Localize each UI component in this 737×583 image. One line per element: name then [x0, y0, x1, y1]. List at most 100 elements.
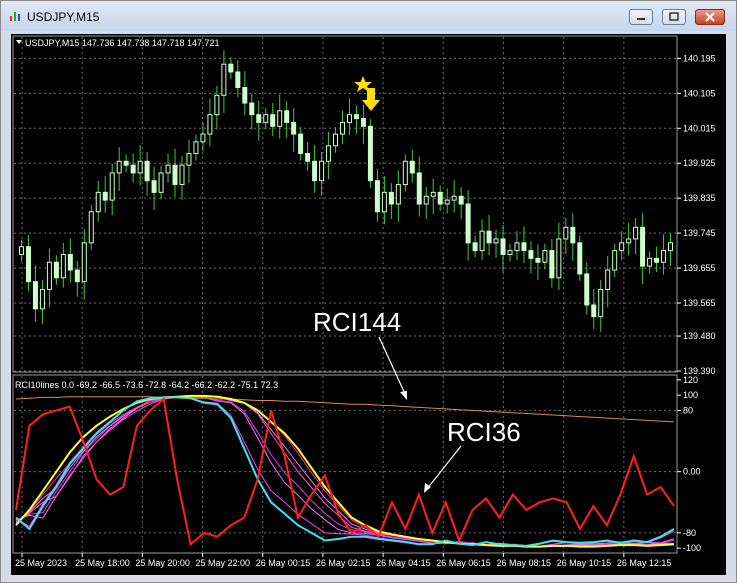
candle-bull — [668, 242, 674, 252]
candle-bear — [284, 110, 290, 123]
candle-bear — [25, 246, 31, 283]
candle-bull — [333, 133, 339, 147]
symbol-header: USDJPY,M15 147.736 147.738 147.718 147.7… — [25, 38, 220, 48]
candle-bull — [451, 195, 457, 201]
candle-bull — [556, 238, 562, 279]
rci-tick-label: 80 — [683, 405, 693, 415]
candle-bull — [165, 164, 171, 174]
candle-bull — [430, 191, 436, 197]
rci-panel-frame — [12, 374, 678, 554]
candle-bear — [235, 71, 241, 88]
candle-bull — [109, 172, 115, 201]
close-button[interactable] — [695, 9, 725, 25]
minimize-button[interactable] — [629, 9, 653, 25]
candle-bull — [444, 199, 450, 205]
title-bar[interactable]: USDJPY,M15 — [1, 1, 736, 31]
candle-bull — [214, 94, 220, 116]
time-tick-label: 26 May 04:15 — [376, 558, 431, 568]
candle-bear — [291, 121, 297, 135]
candle-bull — [200, 133, 206, 143]
rci36-arrow-line — [426, 445, 462, 490]
candle-bull — [626, 238, 632, 244]
candle-bull — [493, 238, 499, 244]
candle-bull — [402, 160, 408, 186]
candle-bear — [374, 180, 380, 213]
candle-bear — [123, 160, 129, 166]
candle-bull — [46, 261, 52, 290]
candle-bull — [647, 257, 653, 267]
candle-bear — [465, 203, 471, 244]
rci144-annotation: RCI144 — [313, 307, 401, 337]
price-tick-label: 139.925 — [683, 158, 716, 168]
candle-bear — [353, 114, 359, 120]
candle-bull — [81, 242, 87, 283]
candle-bear — [577, 242, 583, 275]
chart-window: USDJPY,M15 140.195 140.105 140.015 139.925 1… — [0, 0, 737, 583]
time-tick-label: 25 May 22:00 — [196, 558, 251, 568]
candle-bull — [221, 63, 227, 96]
candle-bear — [242, 86, 248, 104]
price-tick-label: 139.835 — [683, 193, 716, 203]
candle-bull — [18, 246, 24, 255]
candle-bull — [158, 172, 164, 193]
candle-bull — [633, 226, 639, 240]
rci-tick-label: 100 — [683, 390, 698, 400]
candle-bull — [179, 164, 185, 186]
candle-bull — [319, 160, 325, 182]
candle-bull — [395, 184, 401, 205]
candles — [18, 50, 674, 332]
candle-bull — [542, 250, 548, 263]
price-tick-label: 140.015 — [683, 123, 716, 133]
price-tick-label: 140.195 — [683, 53, 716, 63]
candle-bear — [570, 226, 576, 244]
candle-bull — [605, 269, 611, 290]
close-icon — [705, 12, 715, 22]
candle-bear — [367, 125, 373, 182]
candle-bear — [256, 114, 262, 123]
candle-bear — [486, 230, 492, 244]
candle-bull — [88, 211, 94, 244]
candle-bear — [305, 153, 311, 162]
candle-bear — [409, 160, 415, 174]
candle-bull — [381, 191, 387, 213]
window-title: USDJPY,M15 — [27, 10, 100, 24]
candle-bull — [95, 191, 101, 213]
price-tick-label: 139.655 — [683, 263, 716, 273]
rci-tick-label: -80 — [683, 528, 696, 538]
chart-canvas[interactable]: 140.195 140.105 140.015 139.925 139.835 139.7… — [11, 34, 726, 575]
candle-bear — [144, 160, 150, 182]
price-tick-label: 139.565 — [683, 298, 716, 308]
time-tick-label: 26 May 06:15 — [436, 558, 491, 568]
candle-bear — [388, 191, 394, 205]
candle-bull — [263, 114, 269, 123]
candle-bear — [437, 191, 443, 205]
candle-bear — [130, 164, 136, 174]
candle-bear — [472, 242, 478, 252]
chart-app-icon — [10, 12, 20, 21]
candle-bull — [39, 288, 45, 310]
candle-bull — [116, 160, 122, 174]
chart-svg[interactable]: 140.195 140.105 140.015 139.925 139.835 139.7… — [11, 34, 726, 575]
rci-tick-label: 0.00 — [683, 467, 701, 477]
candle-bull — [186, 153, 192, 166]
candle-bear — [172, 164, 178, 186]
candle-bull — [479, 230, 485, 252]
candle-bear — [32, 281, 38, 310]
time-tick-label: 25 May 18:00 — [75, 558, 130, 568]
candle-bear — [416, 172, 422, 205]
candle-bull — [340, 121, 346, 135]
time-axis: 25 May 2023 25 May 18:00 25 May 20:00 25 Ma… — [15, 553, 671, 568]
candle-bull — [326, 145, 332, 162]
maximize-button[interactable] — [662, 9, 686, 25]
candle-bear — [102, 191, 108, 201]
minimize-icon — [637, 18, 645, 20]
candle-bear — [458, 195, 464, 205]
dropdown-triangle-icon[interactable] — [16, 40, 22, 44]
time-tick-label: 26 May 08:15 — [496, 558, 551, 568]
indicator-header: RCI10lines 0.0 -69.2 -66.5 -73.6 -72.8 -… — [15, 380, 278, 390]
candle-bull — [423, 195, 429, 205]
candle-bear — [654, 257, 660, 263]
price-axis: 140.195 140.105 140.015 139.925 139.835 139.7… — [677, 53, 716, 376]
candle-bull — [514, 242, 520, 252]
candle-bear — [249, 102, 255, 116]
